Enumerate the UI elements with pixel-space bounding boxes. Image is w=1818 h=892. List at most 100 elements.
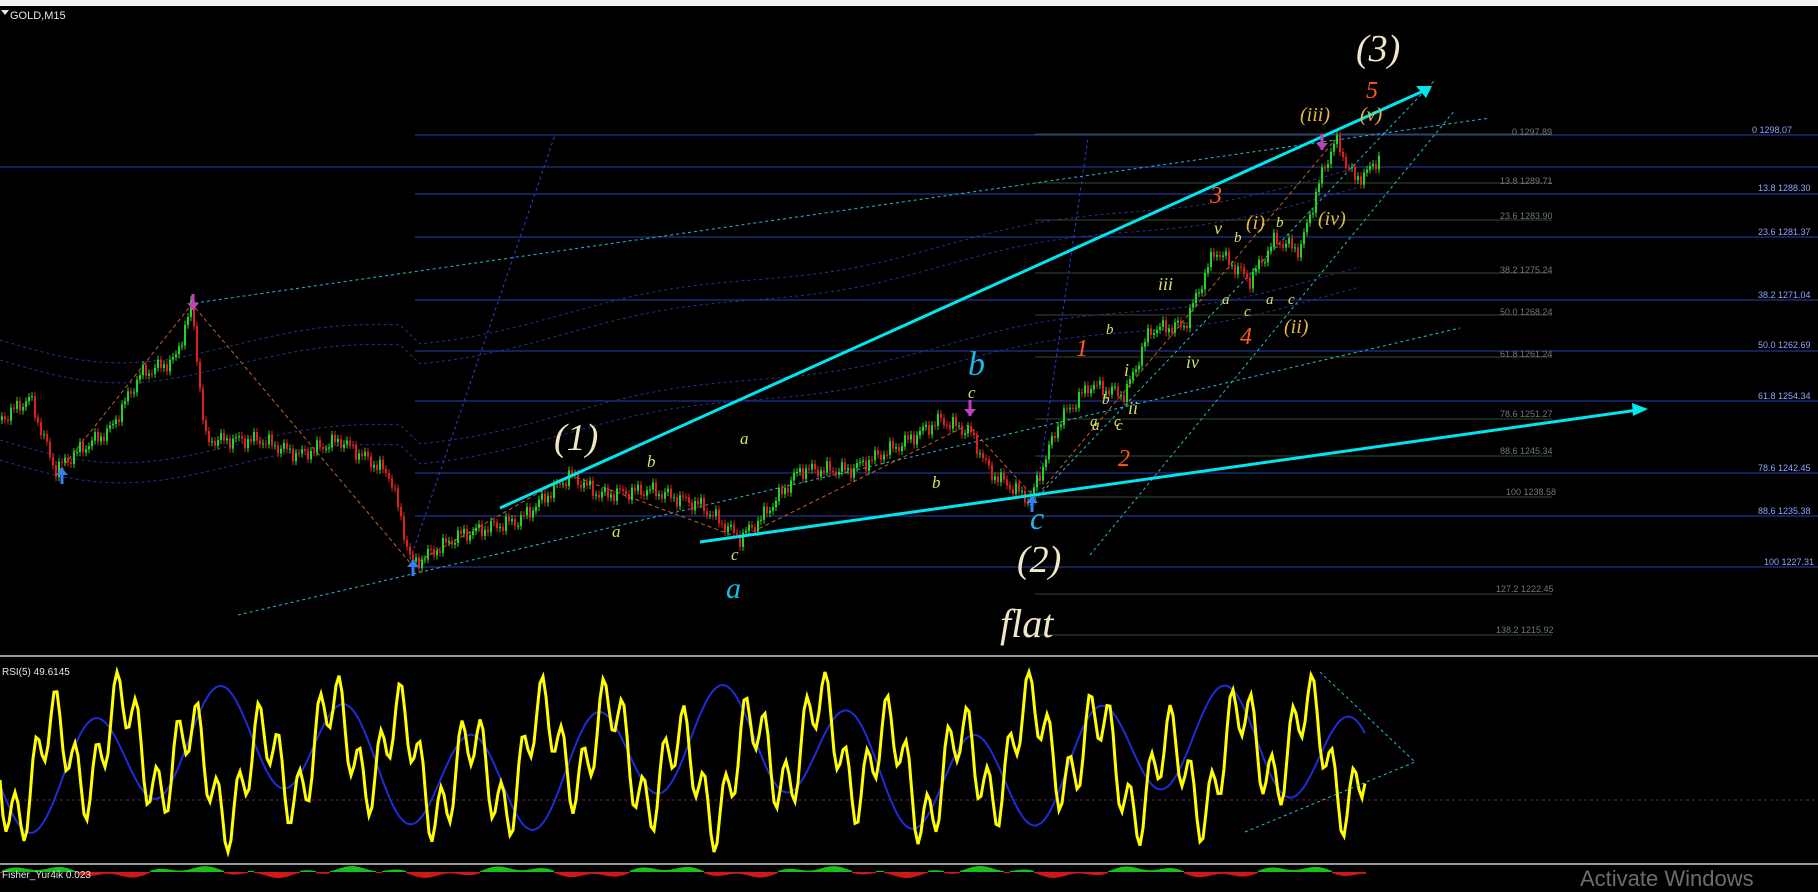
fisher-bar <box>390 869 392 872</box>
candle-body <box>82 442 84 453</box>
fisher-bar <box>990 867 992 872</box>
fisher-bar <box>888 872 890 875</box>
candle-body <box>1375 164 1377 170</box>
trend-lines[interactable] <box>499 86 1648 544</box>
fisher-bar <box>286 872 288 877</box>
candle-body <box>619 488 621 490</box>
fisher-bar <box>1172 868 1174 872</box>
fisher-bar <box>764 872 766 878</box>
fisher-bar <box>1294 869 1296 872</box>
candle-body <box>331 434 333 448</box>
candle-body <box>352 444 354 446</box>
candle-body <box>130 391 132 394</box>
candle-body <box>385 469 387 474</box>
fisher-bar <box>1114 868 1116 872</box>
candle-body <box>934 425 936 427</box>
fisher-bar <box>436 872 438 876</box>
fisher-bar <box>394 869 396 872</box>
fisher-bar <box>1214 872 1216 875</box>
candle-body <box>481 524 483 537</box>
candle-body <box>370 456 372 468</box>
candle-body <box>343 444 345 448</box>
candle-body <box>841 462 843 472</box>
fisher-bar <box>128 872 130 878</box>
fisher-bar <box>598 872 600 875</box>
candle-body <box>706 511 708 516</box>
candle-body <box>820 470 822 477</box>
fisher-bar <box>732 872 734 874</box>
fisher-bar <box>1212 872 1214 876</box>
candle-body <box>1186 325 1188 329</box>
candle-body <box>547 495 549 503</box>
fib-label-right: 0 1298.07 <box>1752 125 1793 135</box>
fisher-bar <box>194 867 196 872</box>
fisher-bar <box>660 869 662 872</box>
fisher-bar <box>538 868 540 872</box>
candle-body <box>1066 408 1068 410</box>
candle-body <box>844 462 846 471</box>
fisher-bar <box>1132 867 1134 872</box>
fisher-bar <box>450 872 452 874</box>
wave-label-5-minor: 5 <box>1366 78 1378 104</box>
candle-body <box>1285 243 1287 248</box>
chart-window[interactable]: GOLD,M15 RSI(5) 49.6145 Fisher_Yur4ik 0.… <box>0 0 1818 891</box>
fisher-bar <box>474 872 476 875</box>
candle-body <box>388 473 390 479</box>
fisher-bar <box>1134 867 1136 872</box>
fisher-bar <box>1102 872 1104 875</box>
fisher-bar <box>1056 872 1058 878</box>
fisher-bar <box>288 872 290 877</box>
fisher-bar <box>452 872 454 874</box>
candle-body <box>1378 155 1380 170</box>
wave-label-i: i <box>1124 360 1130 380</box>
candle-body <box>1219 254 1221 257</box>
fisher-bar <box>1146 870 1148 872</box>
dotted-channel-line <box>1029 79 1436 506</box>
fisher-bar <box>754 872 756 878</box>
fisher-bar <box>1198 872 1200 878</box>
fisher-bar <box>540 868 542 872</box>
fisher-bar <box>790 868 792 872</box>
fisher-bar <box>892 872 894 876</box>
fisher-bar <box>1004 872 1006 874</box>
fisher-bar <box>1136 868 1138 872</box>
candle-body <box>709 514 711 516</box>
candle-body <box>106 428 108 442</box>
fisher-bar <box>566 872 568 877</box>
candle-body <box>1228 251 1230 266</box>
fisher-bar <box>946 872 948 874</box>
fisher-bar <box>840 867 842 872</box>
candle-body <box>805 468 807 479</box>
fisher-bar <box>820 868 822 872</box>
fisher-bar <box>1168 868 1170 872</box>
fisher-bar <box>424 872 426 878</box>
candle-body <box>1312 213 1314 215</box>
wave-label-v: v <box>1214 218 1222 238</box>
fisher-bar <box>1276 867 1278 872</box>
candle-body <box>1348 167 1350 169</box>
fisher-bar <box>552 870 554 872</box>
fisher-bar <box>1352 872 1354 876</box>
fisher-bar <box>216 868 218 872</box>
fisher-bar <box>894 872 896 876</box>
fisher-bar <box>104 872 106 874</box>
candle-body <box>271 434 273 446</box>
fisher-bar <box>968 868 970 872</box>
candle-body <box>136 379 138 393</box>
candle-body <box>967 426 969 434</box>
fisher-bar <box>430 872 432 878</box>
fisher-bar <box>116 872 118 875</box>
fisher-bar <box>1328 869 1330 872</box>
sub-wave-label: a <box>612 522 621 541</box>
wave-label-4-minor: 4 <box>1240 324 1252 350</box>
chevron-down-icon[interactable] <box>1 10 9 15</box>
fisher-bar <box>1020 869 1022 872</box>
candle-body <box>79 442 81 453</box>
fisher-bar <box>736 872 738 874</box>
candle-body <box>355 445 357 460</box>
fisher-bar <box>594 872 596 875</box>
candle-body <box>250 438 252 442</box>
fisher-bar <box>954 872 956 874</box>
arrow-down-icon <box>187 303 199 310</box>
fisher-bar <box>444 872 446 874</box>
